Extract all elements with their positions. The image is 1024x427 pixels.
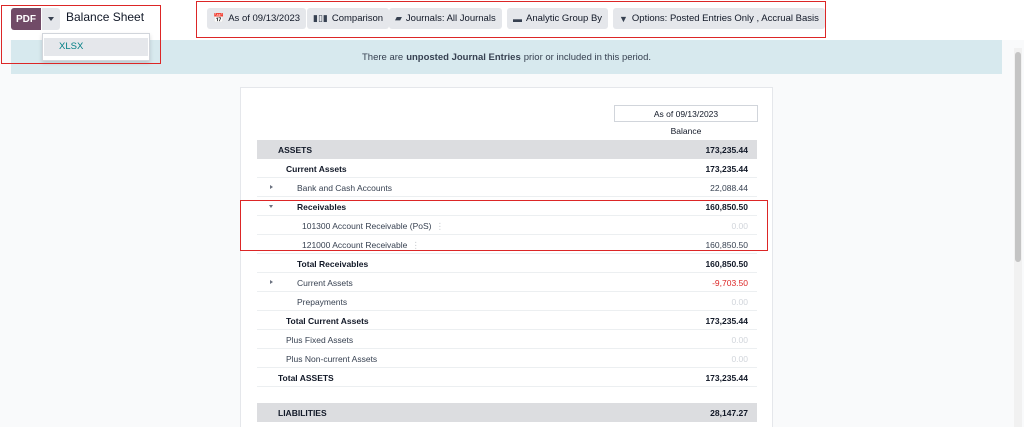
scrollbar-thumb[interactable] (1015, 52, 1021, 262)
unposted-entries-banner: There are unposted Journal Entries prior… (11, 40, 1002, 74)
date-filter-button[interactable]: 📅 As of 09/13/2023 (207, 8, 307, 29)
comparison-filter-label: Comparison (331, 13, 384, 24)
folder-open-icon: ▬ (513, 13, 522, 24)
report-row-account-121000[interactable]: 121000 Account Receivable ⋮ 160,850.50 (257, 235, 757, 254)
report-row-total-receivables[interactable]: Total Receivables 160,850.50 (257, 254, 757, 273)
filter-icon: ▼ (619, 13, 628, 24)
row-value: 0.00 (731, 354, 748, 364)
expand-caret-icon[interactable] (270, 185, 273, 189)
row-label: Current Assets (286, 164, 347, 174)
row-label: Plus Fixed Assets (286, 335, 354, 345)
comparison-filter-button[interactable]: ▮▯▮ Comparison (307, 8, 390, 29)
row-value: 173,235.44 (705, 373, 748, 383)
banner-text-after: prior or included in this period. (523, 51, 651, 63)
report-row-bank-cash[interactable]: Bank and Cash Accounts 22,088.44 (257, 178, 757, 197)
report-row-current-assets[interactable]: Current Assets 173,235.44 (257, 159, 757, 178)
row-value: 160,850.50 (705, 240, 748, 250)
analytic-group-filter-label: Analytic Group By (526, 13, 603, 24)
row-label: Total Current Assets (286, 316, 369, 326)
row-menu-icon[interactable]: ⋮ (435, 221, 444, 231)
row-label: 101300 Account Receivable (PoS) ⋮ (302, 221, 444, 232)
row-value: 0.00 (731, 297, 748, 307)
journals-filter-label: Journals: All Journals (405, 13, 496, 24)
banner-text-before: There are (362, 51, 404, 63)
control-panel: PDF Balance Sheet 📅 As of 09/13/2023 ▮▯▮ C… (0, 0, 1024, 40)
row-menu-icon[interactable]: ⋮ (411, 240, 420, 250)
account-name: 101300 Account Receivable (PoS) (302, 221, 432, 231)
row-value: 0.00 (731, 221, 748, 231)
column-header-date: As of 09/13/2023 (614, 105, 758, 122)
row-value: 22,088.44 (710, 183, 748, 193)
date-filter-label: As of 09/13/2023 (228, 13, 301, 24)
report-row-receivables[interactable]: Receivables 160,850.50 (257, 197, 757, 216)
row-label: Receivables (297, 202, 347, 212)
row-value: 28,147.27 (710, 408, 748, 418)
report-row-account-101300[interactable]: 101300 Account Receivable (PoS) ⋮ 0.00 (257, 216, 757, 235)
row-value: 173,235.44 (705, 145, 748, 155)
balance-sheet-report: As of 09/13/2023 Balance ASSETS 173,235.… (240, 87, 773, 427)
row-value: -9,703.50 (712, 278, 748, 288)
options-filter-button[interactable]: ▼ Options: Posted Entries Only , Accrual … (613, 8, 825, 29)
export-dropdown-toggle[interactable] (42, 8, 60, 30)
unposted-entries-link[interactable]: unposted Journal Entries (406, 52, 521, 63)
journals-filter-button[interactable]: ▰ Journals: All Journals (389, 8, 502, 29)
row-label: Prepayments (297, 297, 348, 307)
report-row-prepayments[interactable]: Prepayments 0.00 (257, 292, 757, 311)
row-value: 160,850.50 (705, 259, 748, 269)
book-icon: ▰ (395, 13, 402, 23)
row-value: 0.00 (731, 335, 748, 345)
row-label: 121000 Account Receivable ⋮ (302, 240, 420, 251)
account-name: 121000 Account Receivable (302, 240, 408, 250)
page-title: Balance Sheet (66, 10, 145, 24)
xlsx-export-option[interactable]: XLSX (44, 38, 148, 56)
report-row-assets[interactable]: ASSETS 173,235.44 (257, 140, 757, 159)
chevron-down-icon (48, 17, 54, 21)
collapse-caret-icon[interactable] (269, 205, 273, 208)
row-label: LIABILITIES (278, 408, 327, 418)
calendar-icon: 📅 (213, 13, 225, 23)
row-label: ASSETS (278, 145, 313, 155)
row-label: Total Receivables (297, 259, 369, 269)
row-value: 173,235.44 (705, 164, 748, 174)
row-label: Bank and Cash Accounts (297, 183, 392, 193)
analytic-group-filter-button[interactable]: ▬ Analytic Group By (507, 8, 609, 29)
options-filter-label: Options: Posted Entries Only , Accrual B… (631, 13, 819, 24)
pdf-export-button[interactable]: PDF (11, 8, 41, 30)
row-label: Plus Non-current Assets (286, 354, 378, 364)
report-row-liabilities[interactable]: LIABILITIES 28,147.27 (257, 403, 757, 422)
bar-chart-icon: ▮▯▮ (313, 13, 328, 23)
row-value: 173,235.44 (705, 316, 748, 326)
row-value: 160,850.50 (705, 202, 748, 212)
page-scrollbar[interactable] (1014, 48, 1022, 427)
row-label: Total ASSETS (278, 373, 334, 383)
expand-caret-icon[interactable] (270, 280, 273, 284)
report-row-total-current-assets[interactable]: Total Current Assets 173,235.44 (257, 311, 757, 330)
report-row-current-assets-sub[interactable]: Current Assets -9,703.50 (257, 273, 757, 292)
report-row-total-assets[interactable]: Total ASSETS 173,235.44 (257, 368, 757, 387)
row-label: Current Assets (297, 278, 353, 288)
report-row-fixed-assets[interactable]: Plus Fixed Assets 0.00 (257, 330, 757, 349)
report-row-non-current-assets[interactable]: Plus Non-current Assets 0.00 (257, 349, 757, 368)
column-header-balance: Balance (670, 126, 702, 136)
export-dropdown-menu: XLSX (42, 33, 150, 61)
